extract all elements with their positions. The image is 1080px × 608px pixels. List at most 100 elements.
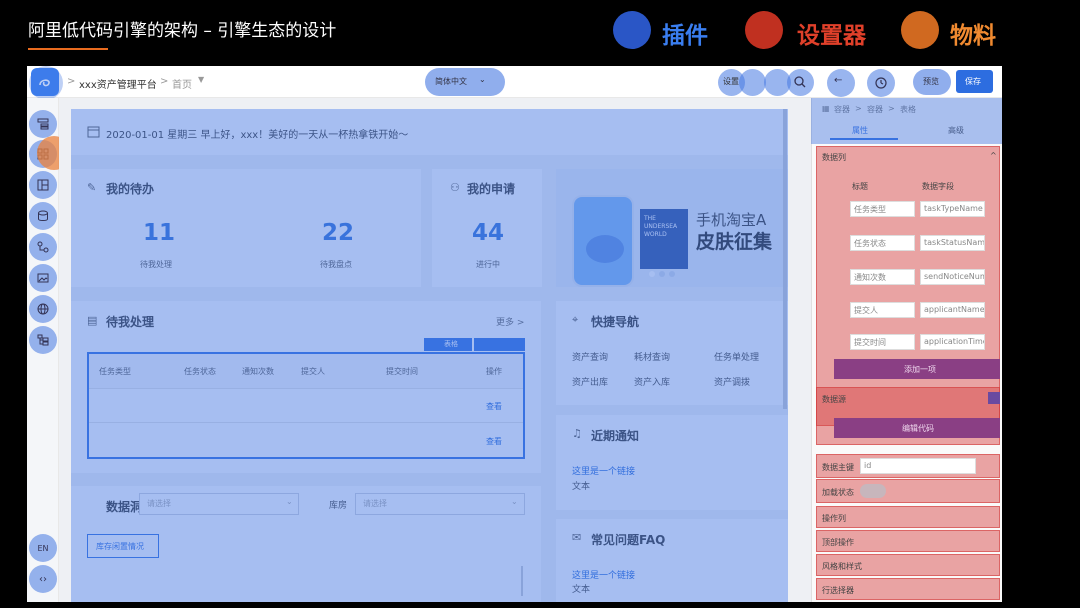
row-field-input[interactable]: applicationTime	[920, 334, 985, 350]
list-icon: ▤	[87, 314, 98, 327]
code-toggle-icon[interactable]	[988, 392, 1000, 404]
quick-nav-title: 快捷导航	[591, 315, 640, 329]
image-plugin-icon[interactable]	[739, 69, 766, 96]
add-item-button[interactable]: 添加一项	[834, 359, 1000, 379]
column-header: 操作	[486, 367, 502, 376]
col-header-title: 标题	[852, 182, 868, 191]
chat-icon: ✉	[572, 531, 582, 544]
section-label[interactable]: 行选择器	[822, 585, 854, 596]
todo-stat-1-label: 待我处理	[140, 260, 172, 269]
select-placeholder: 请选择	[147, 499, 171, 508]
chevron-down-icon: ⌄	[511, 497, 518, 506]
app-name[interactable]: xxx资产管理平台	[79, 76, 157, 91]
warehouse-label: 库房	[329, 501, 348, 511]
chevron-down-icon: ⌄	[286, 497, 293, 506]
view-link[interactable]: 查看	[486, 401, 502, 412]
section-label[interactable]: 风格和样式	[822, 561, 862, 572]
section-label[interactable]: 顶部操作	[822, 537, 854, 548]
settings-label: 设置	[723, 77, 739, 86]
carousel-dot[interactable]	[649, 271, 655, 277]
row-field-input[interactable]: sendNoticeNum	[920, 269, 985, 285]
page-selector[interactable]: 首页	[172, 76, 192, 91]
view-link[interactable]: 查看	[486, 436, 502, 447]
todo-stat-2-value: 22	[322, 220, 355, 246]
inventory-idle-tab[interactable]: 库存闲置情况	[87, 534, 159, 558]
apply-label: 进行中	[476, 260, 500, 269]
chevron-up-icon[interactable]: ^	[990, 151, 997, 160]
preview-button[interactable]: 预览	[923, 76, 939, 87]
data-section-card: 数据洞 请选择 ⌄ 库房 请选择 ⌄ 库存闲置情况	[71, 486, 541, 602]
layout-icon[interactable]	[29, 171, 57, 199]
banner-carousel[interactable]: THE UNDERSEA WORLD 手机淘宝A 皮肤征集	[556, 169, 788, 287]
quick-nav-item[interactable]: 资产查询	[572, 350, 608, 363]
canvas-scrollbar[interactable]	[783, 109, 787, 409]
row-title-input[interactable]: 通知次数	[850, 269, 915, 285]
apply-title: 我的申请	[467, 182, 516, 196]
code-icon[interactable]: ‹›	[29, 565, 57, 593]
globe-icon[interactable]	[29, 295, 57, 323]
todo-stat-2-label: 待我盘点	[320, 260, 352, 269]
schema-icon[interactable]	[29, 326, 57, 354]
quick-nav-item[interactable]: 资产入库	[634, 375, 670, 388]
pending-card: ▤ 待我处理 更多 > 表格 任务类型 任务状态 通知次数 提交人 提交时间 操…	[71, 301, 541, 473]
edit-code-button[interactable]: 编辑代码	[834, 418, 1000, 438]
more-link[interactable]: 更多 >	[496, 315, 524, 328]
quick-nav-card: ⌖ 快捷导航 资产查询 耗材查询 任务单处理 资产出库 资产入库 资产调拨	[556, 301, 788, 405]
logic-flow-icon[interactable]	[29, 233, 57, 261]
selected-component-tag[interactable]: 表格	[424, 338, 472, 351]
location-icon: ⌖	[572, 313, 579, 326]
row-title-input[interactable]: 提交人	[850, 302, 915, 318]
carousel-dot[interactable]	[659, 271, 665, 277]
section-datacol: 数据列	[822, 153, 846, 162]
image-icon[interactable]	[29, 264, 57, 292]
quick-nav-item[interactable]: 资产调拨	[714, 375, 750, 388]
outline-tree-icon[interactable]	[29, 110, 57, 138]
setter-highlight-datacol	[816, 146, 1000, 426]
slide: 阿里低代码引擎的架构 – 引擎生态的设计 插件 设置器 物料 > xxx资产管理…	[0, 0, 1080, 608]
row-title-input[interactable]: 任务状态	[850, 235, 915, 251]
calendar-icon	[87, 126, 100, 138]
user-icon: ⚇	[450, 181, 460, 194]
language-toggle[interactable]: EN	[29, 534, 57, 562]
banner-illustration	[586, 235, 624, 263]
row-divider	[89, 422, 523, 423]
quick-nav-item[interactable]: 任务单处理	[714, 350, 759, 363]
save-label: 保存	[965, 77, 981, 86]
bell-icon: ♫	[572, 427, 582, 440]
chevron-right-icon: >	[67, 76, 76, 87]
row-title-input[interactable]: 任务类型	[850, 201, 915, 217]
component-toolbar[interactable]	[474, 338, 525, 351]
caret-down-icon[interactable]: ▼	[198, 75, 204, 84]
row-title-input[interactable]: 提交时间	[850, 334, 915, 350]
carousel-dot[interactable]	[669, 271, 675, 277]
quick-nav-item[interactable]: 资产出库	[572, 375, 608, 388]
faq-card: ✉ 常见问题FAQ 这里是一个链接 文本	[556, 519, 788, 602]
settings-panel: ▦ 容器 > 容器 > 表格 属性 高级 数据列 ^ 标题 数据字段 任务类型 …	[811, 98, 1002, 602]
datasource-icon[interactable]	[29, 202, 57, 230]
faq-link[interactable]: 这里是一个链接	[572, 568, 635, 581]
data-section-title: 数据洞	[106, 500, 143, 514]
plugin-highlight-logo	[29, 66, 63, 100]
select-placeholder: 请选择	[363, 499, 387, 508]
scroll-indicator[interactable]	[521, 566, 523, 596]
table-component[interactable]: 任务类型 任务状态 通知次数 提交人 提交时间 操作 查看 查看	[87, 352, 525, 459]
section-label[interactable]: 操作列	[822, 513, 846, 524]
search-icon	[794, 76, 806, 88]
quick-nav-item[interactable]: 耗材查询	[634, 350, 670, 363]
notice-link[interactable]: 这里是一个链接	[572, 464, 635, 477]
row-field-input[interactable]: applicantName	[920, 302, 985, 318]
row-field-input[interactable]: taskStatusName	[920, 235, 985, 251]
column-header: 提交人	[301, 367, 325, 376]
pending-title: 待我处理	[106, 315, 155, 329]
primary-key-input[interactable]: id	[860, 458, 976, 474]
clock-icon	[875, 77, 887, 89]
title-underline	[28, 48, 108, 50]
notice-title: 近期通知	[591, 429, 640, 443]
chevron-down-icon: ⌄	[479, 75, 486, 84]
loading-toggle[interactable]	[860, 484, 886, 498]
legend-material-label: 物料	[950, 23, 996, 49]
row-field-input[interactable]: taskTypeName	[920, 201, 985, 217]
column-header: 任务状态	[184, 367, 216, 376]
legend-plugin-label: 插件	[662, 23, 708, 49]
col-header-field: 数据字段	[922, 182, 954, 191]
